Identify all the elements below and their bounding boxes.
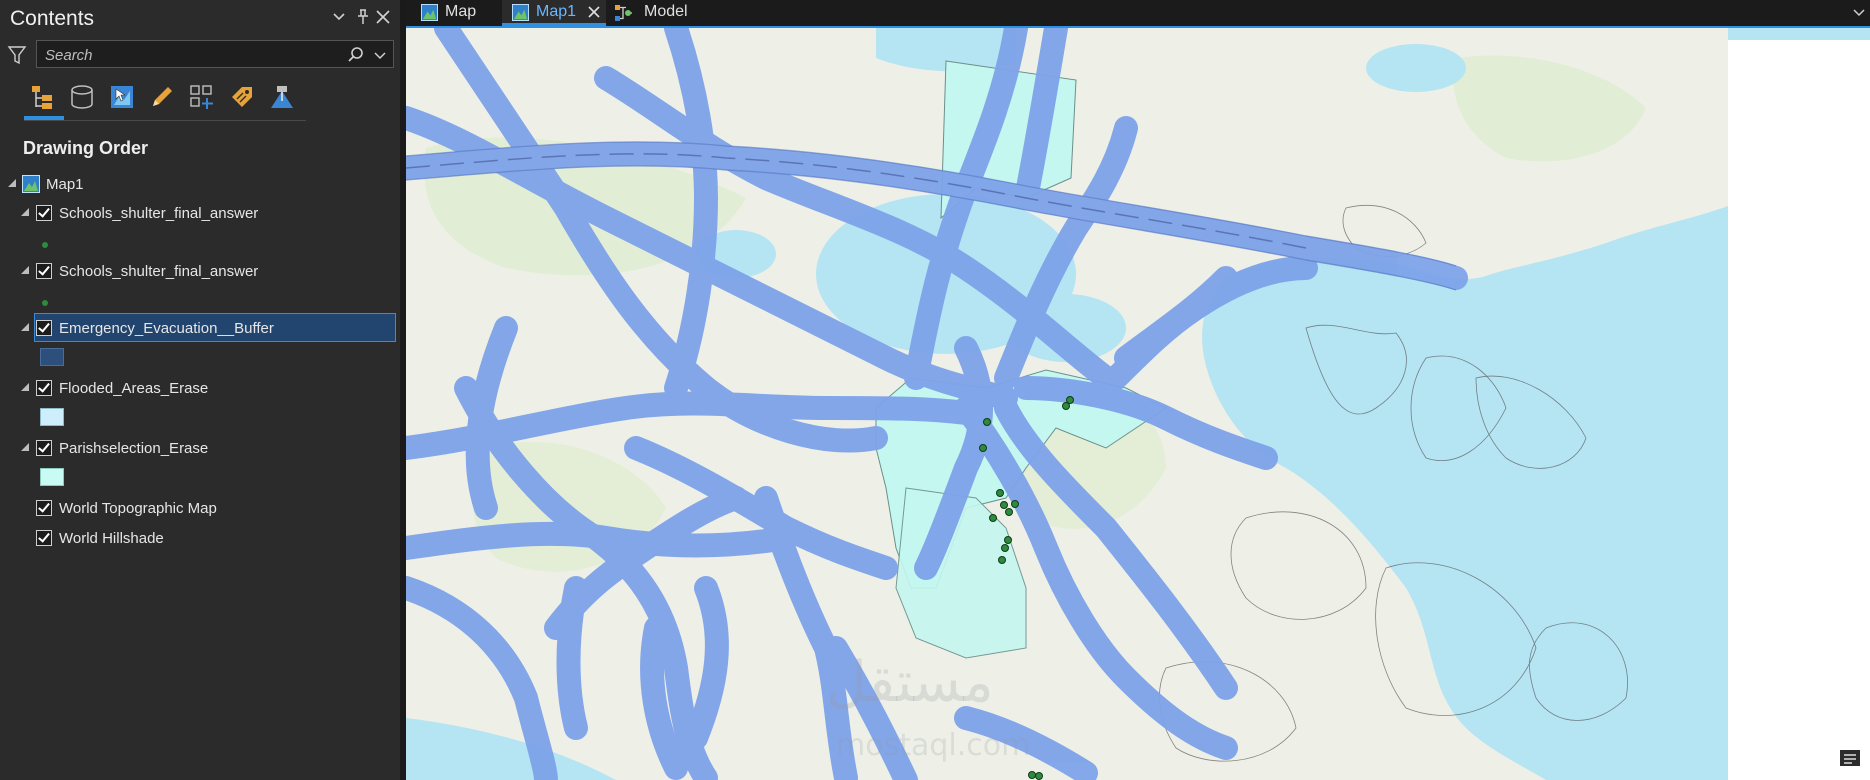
tab-label: Map xyxy=(445,3,477,20)
section-title-drawing-order: Drawing Order xyxy=(23,138,149,158)
search-input[interactable] xyxy=(43,44,337,66)
active-view-indicator xyxy=(24,116,64,120)
search-box xyxy=(36,40,394,68)
contents-header: Contents xyxy=(0,0,406,36)
polygon-symbol-icon[interactable] xyxy=(40,408,64,431)
map-view[interactable]: مستقل mostaql.com xyxy=(406,28,1870,780)
tab-list-chevron-icon[interactable] xyxy=(1850,2,1868,22)
view-tab-bar: Map Map1 Model xyxy=(406,0,1870,26)
polygon-symbol-icon[interactable] xyxy=(40,468,64,491)
map-canvas xyxy=(406,28,1728,780)
layer-label: World Hillshade xyxy=(59,530,164,547)
filter-icon[interactable] xyxy=(6,44,28,66)
collapse-arrow-icon[interactable] xyxy=(21,323,29,331)
map-node-label: Map1 xyxy=(46,176,84,193)
pin-icon[interactable] xyxy=(352,6,374,28)
search-row xyxy=(0,40,406,70)
tab-model[interactable]: Model xyxy=(608,0,718,26)
layer-label: World Topographic Map xyxy=(59,500,217,517)
layer-label: Schools_shulter_final_answer xyxy=(59,263,259,280)
layer-visibility-checkbox[interactable] xyxy=(36,263,52,279)
list-by-labeling-icon[interactable] xyxy=(224,80,258,112)
tree-node-map1[interactable]: Map1 xyxy=(0,171,406,197)
chevron-down-icon[interactable] xyxy=(328,6,350,28)
layer-visibility-checkbox[interactable] xyxy=(36,440,52,456)
layer-row-world-hillshade[interactable]: World Hillshade xyxy=(0,525,406,551)
map-icon xyxy=(22,175,40,197)
layer-row-world-topographic[interactable]: World Topographic Map xyxy=(0,495,406,521)
layer-label: Schools_shulter_final_answer xyxy=(59,205,259,222)
watermark: مستقل xyxy=(826,650,994,715)
contents-view-toolbar xyxy=(24,78,306,121)
layer-visibility-checkbox[interactable] xyxy=(36,320,52,336)
tab-map[interactable]: Map xyxy=(412,0,500,26)
layer-label: Emergency_Evacuation__Buffer xyxy=(59,320,274,337)
layer-visibility-checkbox[interactable] xyxy=(36,500,52,516)
contents-pane: Contents Search Drawing Order Map1 Schoo… xyxy=(0,0,406,780)
list-by-drawing-order-icon[interactable] xyxy=(24,80,58,112)
lake-small xyxy=(1366,44,1466,92)
layer-row-parish-selection[interactable]: Parishselection_Erase xyxy=(0,435,406,461)
collapse-arrow-icon[interactable] xyxy=(21,443,29,451)
polygon-symbol-icon[interactable] xyxy=(40,348,64,371)
map-icon xyxy=(421,4,438,26)
pane-title: Contents xyxy=(10,7,95,30)
collapse-arrow-icon[interactable] xyxy=(8,179,16,187)
layer-label: Parishselection_Erase xyxy=(59,440,209,457)
layer-row-schools-1[interactable]: Schools_shulter_final_answer xyxy=(0,200,406,226)
collapse-arrow-icon[interactable] xyxy=(21,266,29,274)
layer-label: Flooded_Areas_Erase xyxy=(59,380,209,397)
watermark-url: mostaql.com xyxy=(836,728,1031,763)
list-by-selection-icon[interactable] xyxy=(104,80,138,112)
map-icon xyxy=(512,4,529,26)
tab-label: Model xyxy=(644,3,688,20)
layer-row-schools-2[interactable]: Schools_shulter_final_answer xyxy=(0,258,406,284)
search-icon[interactable] xyxy=(345,44,367,66)
layer-visibility-checkbox[interactable] xyxy=(36,205,52,221)
point-symbol-icon xyxy=(41,294,49,312)
list-by-editing-icon[interactable] xyxy=(144,80,178,112)
layer-visibility-checkbox[interactable] xyxy=(36,530,52,546)
tab-label: Map1 xyxy=(536,3,577,20)
list-by-data-source-icon[interactable] xyxy=(64,80,98,112)
close-icon[interactable] xyxy=(372,6,394,28)
layer-row-emergency-buffer[interactable]: Emergency_Evacuation__Buffer xyxy=(0,315,406,341)
layer-visibility-checkbox[interactable] xyxy=(36,380,52,396)
list-by-perspective-imagery-icon[interactable] xyxy=(264,80,298,112)
list-by-snapping-icon[interactable] xyxy=(184,80,218,112)
model-icon xyxy=(614,3,634,28)
collapse-arrow-icon[interactable] xyxy=(21,383,29,391)
search-options-chevron-icon[interactable] xyxy=(371,44,389,66)
attribution-toggle-icon[interactable] xyxy=(1838,746,1862,770)
map-blank-area xyxy=(1728,40,1870,780)
tab-map1[interactable]: Map1 xyxy=(502,0,606,26)
point-symbol-icon xyxy=(41,236,49,254)
collapse-arrow-icon[interactable] xyxy=(21,208,29,216)
close-tab-icon[interactable] xyxy=(586,4,602,25)
layer-row-flooded-areas[interactable]: Flooded_Areas_Erase xyxy=(0,375,406,401)
